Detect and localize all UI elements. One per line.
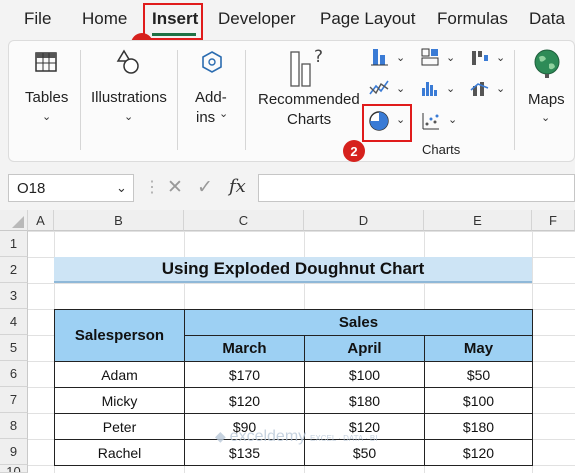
row-header-2[interactable]: 2 [0, 257, 28, 283]
chevron-down-icon[interactable]: ⌄ [448, 113, 457, 126]
row-header-4[interactable]: 4 [0, 309, 28, 335]
sales-cell[interactable]: $180 [424, 413, 533, 440]
chevron-down-icon[interactable]: ⌄ [124, 110, 133, 123]
group-divider [80, 50, 81, 150]
chevron-down-icon[interactable]: ⌄ [496, 51, 505, 64]
chevron-down-icon[interactable]: ⌄ [541, 111, 550, 124]
combo-chart-icon[interactable] [470, 78, 490, 103]
step-badge-2: 2 [343, 140, 365, 162]
pie-chart-highlight [362, 104, 412, 142]
chevron-down-icon[interactable]: ⌄ [42, 110, 51, 123]
column-header-f[interactable]: F [532, 210, 575, 231]
salesperson-cell[interactable]: Peter [54, 413, 185, 440]
column-header-e[interactable]: E [424, 210, 532, 231]
globe-icon [532, 48, 562, 85]
column-header-b[interactable]: B [54, 210, 184, 231]
waterfall-chart-icon[interactable] [470, 47, 490, 72]
header-may[interactable]: May [424, 335, 533, 362]
illustrations-button[interactable]: Illustrations [91, 89, 167, 106]
tab-data[interactable]: Data [529, 9, 565, 29]
salesperson-cell[interactable]: Adam [54, 361, 185, 388]
select-all-corner[interactable] [0, 210, 28, 231]
chevron-down-icon[interactable]: ⌄ [396, 82, 405, 95]
sales-cell[interactable]: $170 [184, 361, 305, 388]
cancel-icon[interactable]: ✕ [167, 176, 183, 199]
addins-label-line2[interactable]: ins [196, 109, 215, 126]
recommended-charts-line2[interactable]: Charts [287, 111, 331, 128]
watermark-logo-icon: ◆ [215, 428, 226, 444]
chevron-down-icon[interactable]: ⌄ [219, 107, 228, 120]
sales-cell[interactable]: $50 [424, 361, 533, 388]
column-header-d[interactable]: D [304, 210, 424, 231]
hierarchy-chart-icon[interactable] [420, 47, 440, 72]
row-header-8[interactable]: 8 [0, 413, 28, 439]
header-salesperson[interactable]: Salesperson [54, 309, 185, 362]
sheet-title[interactable]: Using Exploded Doughnut Chart [54, 257, 532, 283]
ribbon-tab-bar: File Home Insert Developer Page Layout F… [0, 0, 575, 38]
sales-cell[interactable]: $120 [424, 439, 533, 466]
sales-cell[interactable]: $120 [184, 387, 305, 414]
group-divider [245, 50, 246, 150]
chevron-down-icon[interactable]: ⌄ [496, 82, 505, 95]
group-divider [177, 50, 178, 150]
row-header-9[interactable]: 9 [0, 439, 28, 465]
row-header-5[interactable]: 5 [0, 335, 28, 361]
salesperson-cell[interactable]: Micky [54, 387, 185, 414]
name-box-value: O18 [17, 180, 46, 197]
column-header-a[interactable]: A [28, 210, 54, 231]
chevron-down-icon[interactable]: ⌄ [446, 51, 455, 64]
header-sales[interactable]: Sales [184, 309, 533, 336]
chevron-down-icon[interactable]: ⌄ [116, 180, 127, 196]
header-april[interactable]: April [304, 335, 425, 362]
svg-text:?: ? [314, 47, 323, 67]
chevron-down-icon[interactable]: ⌄ [446, 82, 455, 95]
sales-cell[interactable]: $180 [304, 387, 425, 414]
salesperson-cell[interactable]: Rachel [54, 439, 185, 466]
table-row: Adam $170 $100 $50 [54, 361, 533, 388]
recommended-charts-line1[interactable]: Recommended [258, 91, 360, 108]
addins-icon [200, 50, 224, 79]
addins-label-line1[interactable]: Add- [195, 89, 227, 106]
drag-handle-icon[interactable]: ⋮ [144, 177, 160, 197]
recommended-charts-icon: ? [288, 46, 328, 93]
chevron-down-icon[interactable]: ⌄ [396, 51, 405, 64]
tables-button[interactable]: Tables [25, 89, 68, 106]
insert-tab-highlight [143, 3, 203, 40]
group-divider [514, 50, 515, 150]
tab-file[interactable]: File [24, 9, 51, 29]
row-header-7[interactable]: 7 [0, 387, 28, 413]
header-march[interactable]: March [184, 335, 305, 362]
column-header-c[interactable]: C [184, 210, 304, 231]
tab-page-layout[interactable]: Page Layout [320, 9, 415, 29]
row-header-3[interactable]: 3 [0, 283, 28, 309]
sales-cell[interactable]: $100 [424, 387, 533, 414]
statistic-chart-icon[interactable] [420, 78, 440, 103]
shapes-icon [116, 49, 142, 80]
charts-group-label: Charts [422, 142, 461, 157]
column-chart-icon[interactable] [370, 47, 390, 72]
tab-developer[interactable]: Developer [218, 9, 296, 29]
table-row: Micky $120 $180 $100 [54, 387, 533, 414]
row-header-10[interactable]: 10 [0, 465, 28, 473]
formula-input[interactable] [258, 174, 575, 202]
row-header-6[interactable]: 6 [0, 361, 28, 387]
table-icon [35, 52, 57, 77]
row-header-1[interactable]: 1 [0, 231, 28, 257]
insert-function-icon[interactable]: fx [229, 176, 246, 197]
tab-home[interactable]: Home [82, 9, 127, 29]
enter-check-icon[interactable]: ✓ [197, 176, 213, 199]
line-chart-icon[interactable] [368, 78, 390, 103]
scatter-chart-icon[interactable] [421, 111, 441, 136]
maps-button[interactable]: Maps [528, 91, 565, 108]
tab-formulas[interactable]: Formulas [437, 9, 508, 29]
sales-cell[interactable]: $100 [304, 361, 425, 388]
exceldemy-watermark: ◆ exceldemy EXCEL · DATA · BI [215, 428, 378, 445]
